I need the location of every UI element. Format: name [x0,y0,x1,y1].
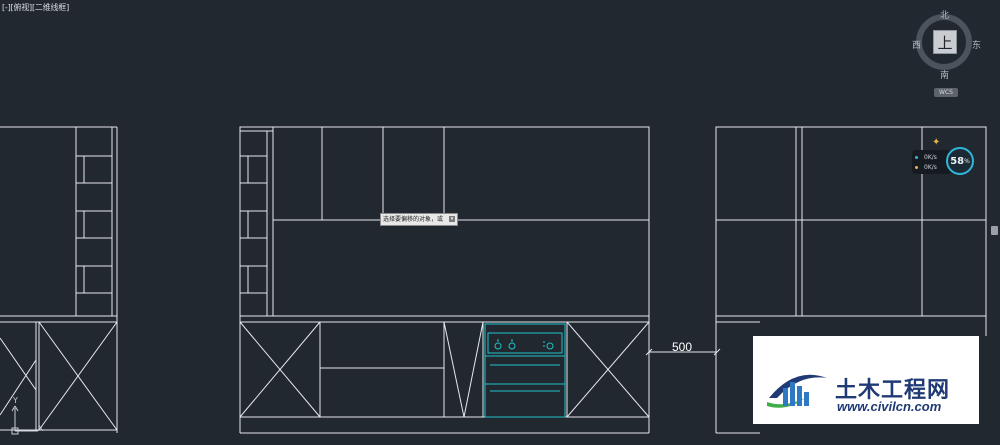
network-speed-widget[interactable]: ✦ 0K/s 0K/s 58% [912,136,978,180]
memory-usage-gauge[interactable]: 58% [946,147,974,175]
compass-east-label[interactable]: 东 [972,38,981,51]
command-options-icon[interactable]: ▾ [449,216,456,222]
watermark-url: www.civilcn.com [837,399,942,414]
ucs-y-label: Y [13,396,18,405]
gauge-unit: % [964,157,970,165]
upload-dot-icon [915,156,918,159]
cad-model-space[interactable]: [-][俯视][二维线框] 北 南 西 东 上 WCS ✦ 0K/s 0K/s … [0,0,1000,445]
compass-west-label[interactable]: 西 [912,38,921,51]
elevation-left [0,126,118,433]
elevation-center [239,126,650,434]
command-prompt-text: 选择要偏移的对象，或 [383,216,444,223]
vertical-scroll-handle[interactable] [991,226,998,235]
compass-south-label[interactable]: 南 [940,68,949,81]
civilcn-logo-icon [767,374,827,408]
watermark: 土木工程网 www.civilcn.com [753,336,979,424]
upload-speed: 0K/s [915,154,937,161]
wcs-menu-button[interactable]: WCS [934,88,958,97]
download-speed: 0K/s [915,164,937,171]
compass-north-label[interactable]: 北 [940,8,949,21]
built-in-oven [484,323,566,418]
ucs-x-label: X [38,424,44,433]
command-prompt-tooltip: 选择要偏移的对象，或 ▾ [380,213,459,226]
gauge-value: 58 [950,155,965,167]
dimension-value-label[interactable]: 500 [672,340,692,354]
download-dot-icon [915,166,918,169]
rocket-icon: ✦ [932,137,941,148]
viewcube[interactable]: 北 南 西 东 上 WCS [912,8,984,98]
viewcube-top-face[interactable]: 上 [933,30,957,54]
